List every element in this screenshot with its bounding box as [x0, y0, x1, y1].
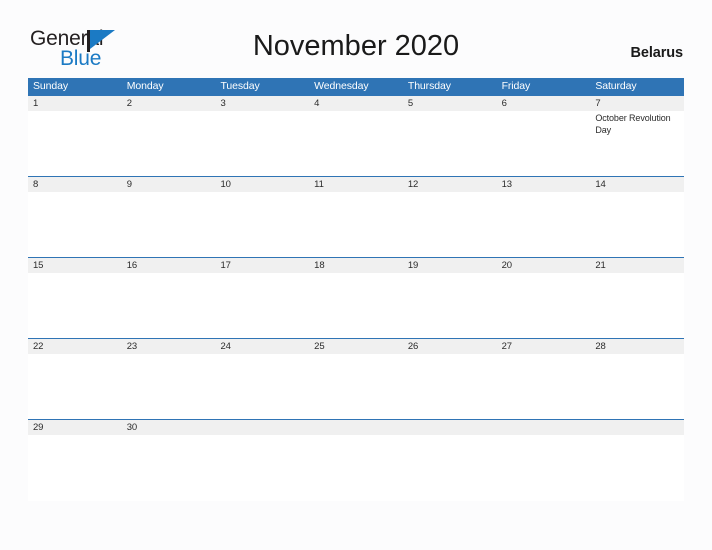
day-number[interactable]: 3 — [215, 96, 309, 111]
day-cell[interactable] — [122, 354, 216, 420]
day-number[interactable]: 14 — [590, 177, 684, 192]
day-number-empty — [403, 420, 497, 435]
day-number[interactable]: 17 — [215, 258, 309, 273]
day-number[interactable]: 15 — [28, 258, 122, 273]
day-cell[interactable] — [497, 273, 591, 339]
day-cell[interactable] — [122, 435, 216, 501]
day-cell[interactable] — [309, 273, 403, 339]
day-cell[interactable] — [497, 192, 591, 258]
calendar-page: General Blue November 2020 Belarus Sunda… — [0, 0, 712, 550]
day-number-empty — [309, 420, 403, 435]
day-number[interactable]: 12 — [403, 177, 497, 192]
day-number[interactable]: 13 — [497, 177, 591, 192]
day-cell[interactable] — [28, 354, 122, 420]
week-date-number-strip: 22 23 24 25 26 27 28 — [28, 339, 684, 354]
calendar-week-row: 29 30 — [28, 419, 684, 501]
day-cell[interactable] — [309, 192, 403, 258]
week-event-strip — [28, 435, 684, 501]
day-number[interactable]: 4 — [309, 96, 403, 111]
day-number[interactable]: 11 — [309, 177, 403, 192]
calendar-week-row: 22 23 24 25 26 27 28 — [28, 338, 684, 420]
day-cell[interactable] — [215, 273, 309, 339]
day-cell[interactable] — [122, 111, 216, 177]
day-cell-empty — [309, 435, 403, 501]
weekday-header-wednesday: Wednesday — [314, 80, 369, 92]
day-cell[interactable] — [122, 273, 216, 339]
week-event-strip — [28, 354, 684, 420]
day-number[interactable]: 16 — [122, 258, 216, 273]
day-cell-empty — [590, 435, 684, 501]
week-event-strip — [28, 273, 684, 339]
day-number[interactable]: 5 — [403, 96, 497, 111]
calendar-week-row: 1 2 3 4 5 6 7 October Revolution Day — [28, 95, 684, 177]
day-number-empty — [590, 420, 684, 435]
day-cell[interactable] — [403, 111, 497, 177]
day-cell[interactable] — [590, 192, 684, 258]
page-header: General Blue November 2020 Belarus — [0, 0, 712, 76]
day-number[interactable]: 10 — [215, 177, 309, 192]
day-number[interactable]: 8 — [28, 177, 122, 192]
day-cell[interactable] — [28, 192, 122, 258]
day-number[interactable]: 22 — [28, 339, 122, 354]
day-number[interactable]: 24 — [215, 339, 309, 354]
day-number[interactable]: 9 — [122, 177, 216, 192]
day-number[interactable]: 27 — [497, 339, 591, 354]
day-cell[interactable] — [309, 354, 403, 420]
day-cell-holiday[interactable]: October Revolution Day — [590, 111, 684, 177]
day-number[interactable]: 6 — [497, 96, 591, 111]
week-event-strip — [28, 192, 684, 258]
day-cell[interactable] — [28, 435, 122, 501]
day-number[interactable]: 25 — [309, 339, 403, 354]
day-number[interactable]: 29 — [28, 420, 122, 435]
day-number[interactable]: 2 — [122, 96, 216, 111]
day-cell[interactable] — [590, 273, 684, 339]
day-number[interactable]: 19 — [403, 258, 497, 273]
day-number[interactable]: 7 — [590, 96, 684, 111]
day-cell[interactable] — [309, 111, 403, 177]
day-cell-empty — [215, 435, 309, 501]
day-number[interactable]: 28 — [590, 339, 684, 354]
day-cell-empty — [403, 435, 497, 501]
day-cell[interactable] — [215, 192, 309, 258]
day-number-empty — [497, 420, 591, 435]
weekday-header-row: Sunday Monday Tuesday Wednesday Thursday… — [28, 78, 684, 95]
day-cell[interactable] — [497, 111, 591, 177]
weekday-header-tuesday: Tuesday — [220, 80, 260, 92]
day-number[interactable]: 23 — [122, 339, 216, 354]
weekday-header-friday: Friday — [501, 80, 531, 92]
day-number[interactable]: 20 — [497, 258, 591, 273]
day-cell[interactable] — [403, 192, 497, 258]
day-cell[interactable] — [215, 354, 309, 420]
day-number[interactable]: 1 — [28, 96, 122, 111]
day-number-empty — [215, 420, 309, 435]
day-cell[interactable] — [403, 354, 497, 420]
day-cell[interactable] — [28, 111, 122, 177]
week-event-strip: October Revolution Day — [28, 111, 684, 177]
week-date-number-strip: 1 2 3 4 5 6 7 — [28, 96, 684, 111]
day-cell-empty — [497, 435, 591, 501]
page-title: November 2020 — [252, 30, 460, 62]
calendar-week-row: 8 9 10 11 12 13 14 — [28, 176, 684, 258]
day-number[interactable]: 26 — [403, 339, 497, 354]
week-date-number-strip: 15 16 17 18 19 20 21 — [28, 258, 684, 273]
day-cell[interactable] — [497, 354, 591, 420]
day-cell[interactable] — [403, 273, 497, 339]
calendar-week-row: 15 16 17 18 19 20 21 — [28, 257, 684, 339]
day-cell[interactable] — [590, 354, 684, 420]
weekday-header-saturday: Saturday — [595, 80, 637, 92]
day-number[interactable]: 30 — [122, 420, 216, 435]
week-date-number-strip: 8 9 10 11 12 13 14 — [28, 177, 684, 192]
calendar-grid: Sunday Monday Tuesday Wednesday Thursday… — [28, 78, 684, 501]
day-cell[interactable] — [215, 111, 309, 177]
weekday-header-sunday: Sunday — [33, 80, 69, 92]
day-number[interactable]: 21 — [590, 258, 684, 273]
country-label: Belarus — [630, 45, 684, 61]
weekday-header-monday: Monday — [126, 80, 164, 92]
day-cell[interactable] — [28, 273, 122, 339]
day-number[interactable]: 18 — [309, 258, 403, 273]
day-cell[interactable] — [122, 192, 216, 258]
weekday-header-thursday: Thursday — [407, 80, 451, 92]
week-date-number-strip: 29 30 — [28, 420, 684, 435]
